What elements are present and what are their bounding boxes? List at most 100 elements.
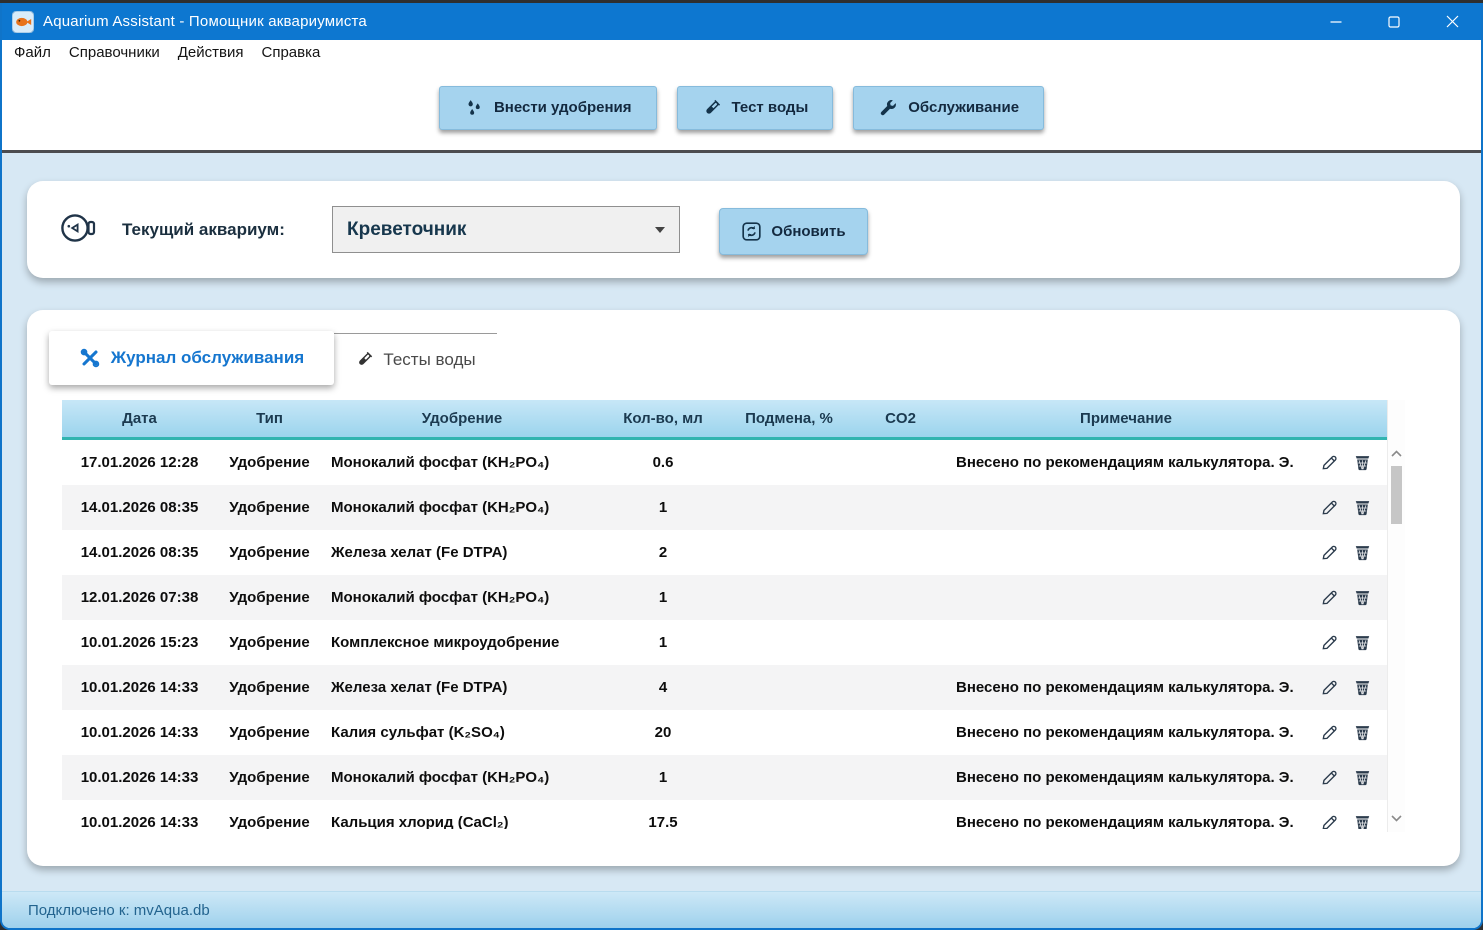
maintenance-label: Обслуживание bbox=[908, 99, 1019, 116]
edit-pencil-icon[interactable] bbox=[1320, 453, 1339, 472]
edit-pencil-icon[interactable] bbox=[1320, 588, 1339, 607]
screen: Aquarium Assistant - Помощник аквариумис… bbox=[0, 0, 1483, 930]
delete-row-button[interactable] bbox=[1353, 678, 1372, 697]
edit-row-button[interactable] bbox=[1320, 678, 1339, 697]
cell-water-change bbox=[724, 530, 854, 575]
cell-date: 10.01.2026 14:33 bbox=[62, 665, 217, 710]
cell-amount: 2 bbox=[602, 530, 724, 575]
aquarium-select[interactable]: Креветочник bbox=[332, 206, 680, 253]
refresh-icon bbox=[741, 221, 762, 242]
cell-water-change bbox=[724, 800, 854, 829]
edit-row-button[interactable] bbox=[1320, 768, 1339, 787]
maximize-button[interactable] bbox=[1365, 3, 1423, 40]
cell-co2 bbox=[854, 665, 947, 710]
maintenance-button[interactable]: Обслуживание bbox=[853, 86, 1044, 130]
cell-date: 10.01.2026 14:33 bbox=[62, 800, 217, 829]
edit-pencil-icon[interactable] bbox=[1320, 543, 1339, 562]
delete-row-button[interactable] bbox=[1353, 453, 1372, 472]
refresh-button[interactable]: Обновить bbox=[719, 208, 868, 255]
column-header-date: Дата bbox=[62, 400, 217, 437]
cell-note: Внесено по рекомендациям калькулятора. Э… bbox=[947, 755, 1305, 800]
cell-type: Удобрение bbox=[217, 530, 322, 575]
cell-amount: 1 bbox=[602, 485, 724, 530]
cell-note: Внесено по рекомендациям калькулятора. Э… bbox=[947, 665, 1305, 710]
edit-row-button[interactable] bbox=[1320, 588, 1339, 607]
cell-fertilizer: Железа хелат (Fe DTPA) bbox=[322, 530, 602, 575]
delete-trash-icon[interactable] bbox=[1353, 498, 1372, 517]
menu-references[interactable]: Справочники bbox=[60, 44, 169, 61]
tab-water-tests[interactable]: Тесты воды bbox=[334, 333, 497, 385]
scroll-up-icon[interactable] bbox=[1391, 450, 1402, 457]
delete-row-button[interactable] bbox=[1353, 543, 1372, 562]
delete-trash-icon[interactable] bbox=[1353, 633, 1372, 652]
add-fertilizer-button[interactable]: Внести удобрения bbox=[439, 86, 657, 130]
scrollbar-thumb[interactable] bbox=[1391, 466, 1402, 524]
edit-row-button[interactable] bbox=[1320, 633, 1339, 652]
fertilizer-drops-icon bbox=[464, 98, 484, 118]
window-controls bbox=[1307, 3, 1481, 40]
edit-pencil-icon[interactable] bbox=[1320, 768, 1339, 787]
vertical-scrollbar[interactable] bbox=[1387, 400, 1405, 832]
app-logo-fish-icon bbox=[12, 11, 34, 33]
table-row: 12.01.2026 07:38УдобрениеМонокалий фосфа… bbox=[62, 575, 1387, 620]
cell-date: 12.01.2026 07:38 bbox=[62, 575, 217, 620]
delete-row-button[interactable] bbox=[1353, 498, 1372, 517]
delete-trash-icon[interactable] bbox=[1353, 768, 1372, 787]
menu-actions[interactable]: Действия bbox=[169, 44, 253, 61]
tab-maintenance-journal[interactable]: Журнал обслуживания bbox=[49, 331, 334, 385]
delete-row-button[interactable] bbox=[1353, 588, 1372, 607]
delete-trash-icon[interactable] bbox=[1353, 588, 1372, 607]
edit-row-button[interactable] bbox=[1320, 723, 1339, 742]
minimize-button[interactable] bbox=[1307, 3, 1365, 40]
table-row: 17.01.2026 12:28УдобрениеМонокалий фосфа… bbox=[62, 440, 1387, 485]
table-row: 10.01.2026 15:23УдобрениеКомплексное мик… bbox=[62, 620, 1387, 665]
edit-row-button[interactable] bbox=[1320, 498, 1339, 517]
edit-pencil-icon[interactable] bbox=[1320, 813, 1339, 829]
edit-row-button[interactable] bbox=[1320, 453, 1339, 472]
scroll-down-icon[interactable] bbox=[1391, 815, 1402, 822]
menu-help[interactable]: Справка bbox=[253, 44, 330, 61]
table-row: 14.01.2026 08:35УдобрениеЖелеза хелат (F… bbox=[62, 530, 1387, 575]
delete-row-button[interactable] bbox=[1353, 723, 1372, 742]
water-test-button[interactable]: Тест воды bbox=[677, 86, 834, 130]
cell-type: Удобрение bbox=[217, 665, 322, 710]
cell-type: Удобрение bbox=[217, 575, 322, 620]
cell-co2 bbox=[854, 620, 947, 665]
menu-file[interactable]: Файл bbox=[5, 44, 60, 61]
cell-water-change bbox=[724, 755, 854, 800]
cell-date: 10.01.2026 14:33 bbox=[62, 755, 217, 800]
toolbar: Внести удобрения Тест воды Обслуживание bbox=[2, 65, 1481, 153]
edit-row-button[interactable] bbox=[1320, 813, 1339, 829]
add-fertilizer-label: Внести удобрения bbox=[494, 99, 632, 116]
delete-trash-icon[interactable] bbox=[1353, 813, 1372, 829]
status-bar: Подключено к: mvAqua.db bbox=[2, 891, 1481, 928]
cell-fertilizer: Железа хелат (Fe DTPA) bbox=[322, 665, 602, 710]
row-actions bbox=[1305, 440, 1387, 485]
edit-pencil-icon[interactable] bbox=[1320, 678, 1339, 697]
close-button[interactable] bbox=[1423, 3, 1481, 40]
cell-co2 bbox=[854, 485, 947, 530]
cell-type: Удобрение bbox=[217, 485, 322, 530]
current-aquarium-panel: Текущий аквариум: Креветочник Обновить bbox=[27, 181, 1460, 278]
edit-pencil-icon[interactable] bbox=[1320, 498, 1339, 517]
delete-trash-icon[interactable] bbox=[1353, 453, 1372, 472]
delete-row-button[interactable] bbox=[1353, 813, 1372, 829]
cell-fertilizer: Монокалий фосфат (KH₂PO₄) bbox=[322, 575, 602, 620]
edit-pencil-icon[interactable] bbox=[1320, 633, 1339, 652]
cell-amount: 0.6 bbox=[602, 440, 724, 485]
current-aquarium-label: Текущий аквариум: bbox=[122, 181, 285, 278]
delete-row-button[interactable] bbox=[1353, 633, 1372, 652]
delete-trash-icon[interactable] bbox=[1353, 678, 1372, 697]
edit-pencil-icon[interactable] bbox=[1320, 723, 1339, 742]
edit-row-button[interactable] bbox=[1320, 543, 1339, 562]
column-header-type: Тип bbox=[217, 400, 322, 437]
menu-bar: Файл Справочники Действия Справка bbox=[2, 40, 1481, 65]
cell-fertilizer: Монокалий фосфат (KH₂PO₄) bbox=[322, 755, 602, 800]
table-row: 10.01.2026 14:33УдобрениеМонокалий фосфа… bbox=[62, 755, 1387, 800]
delete-trash-icon[interactable] bbox=[1353, 543, 1372, 562]
cell-date: 14.01.2026 08:35 bbox=[62, 485, 217, 530]
maintenance-journal-table: Дата Тип Удобрение Кол-во, мл Подмена, %… bbox=[62, 400, 1405, 832]
cell-note: Внесено по рекомендациям калькулятора. Э… bbox=[947, 710, 1305, 755]
delete-row-button[interactable] bbox=[1353, 768, 1372, 787]
delete-trash-icon[interactable] bbox=[1353, 723, 1372, 742]
